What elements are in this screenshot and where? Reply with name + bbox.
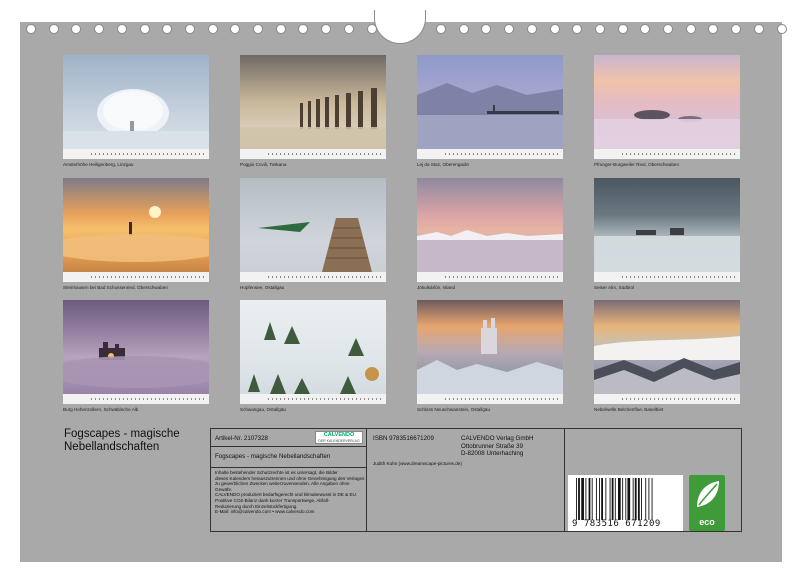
thumb-caption: Seiser Alm, Südtirol <box>594 285 635 290</box>
binding-hole <box>504 24 515 34</box>
thumb-caption: Schwangau, Ostallgäu <box>240 407 286 412</box>
binding-holes <box>0 24 800 36</box>
binding-hole <box>753 24 764 34</box>
binding-hole <box>184 24 195 34</box>
thumb-caption: Steinhausen bei Bad Schussenried, Obersc… <box>63 285 168 290</box>
subtitle: Fogscapes - magische Nebellandschaften <box>215 453 331 460</box>
thumb-caption: Burg Hohenzollern, Schwäbische Alb <box>63 407 139 412</box>
month-thumb-5[interactable]: Steinhausen bei Bad Schussenried, Obersc… <box>63 178 209 290</box>
thumb-photo <box>63 178 209 282</box>
info-column-middle: ISBN 9783516671209 CALVENDO Verlag GmbH … <box>367 429 565 531</box>
binding-hole <box>321 24 332 34</box>
thumb-caption: Amsterhöhe Heiligenberg, Linzgau <box>63 162 134 167</box>
binding-hole <box>481 24 492 34</box>
binding-hole <box>275 24 286 34</box>
month-thumb-1[interactable]: Amsterhöhe Heiligenberg, Linzgau <box>63 55 209 167</box>
binding-hole <box>207 24 218 34</box>
article-number: Artikel-Nr. 2107328 <box>215 435 268 442</box>
month-thumb-11[interactable]: Schloss Neuschwanstein, Ostallgäu <box>417 300 563 412</box>
binding-hole <box>230 24 241 34</box>
binding-hole <box>640 24 651 34</box>
legal-text: Inhalte bestehender Schutzrechte ist es … <box>215 470 365 515</box>
month-thumb-6[interactable]: Hopfensee, Ostallgäu <box>240 178 386 290</box>
binding-hole <box>776 24 787 34</box>
month-thumb-10[interactable]: Schwangau, Ostallgäu <box>240 300 386 412</box>
binding-hole <box>116 24 127 34</box>
thumb-photo <box>63 300 209 404</box>
thumb-caption: Hopfensee, Ostallgäu <box>240 285 285 290</box>
binding-hole <box>436 24 446 34</box>
thumb-caption: Lej da Staz, Oberengadin <box>417 162 470 167</box>
thumb-photo <box>417 178 563 282</box>
thumb-photo <box>240 300 386 404</box>
binding-hole <box>594 24 605 34</box>
month-thumb-9[interactable]: Burg Hohenzollern, Schwäbische Alb <box>63 300 209 412</box>
author-credit: Judith Kuhn (www.dreamscape-pictures.de) <box>373 461 462 466</box>
thumb-caption: Nebelwelle Belchenflue, Baselbiet <box>594 407 664 412</box>
month-thumb-7[interactable]: Jökulsárlón, Island <box>417 178 563 290</box>
binding-hole <box>162 24 173 34</box>
isbn: ISBN 9783516671209 <box>373 435 434 442</box>
eco-badge: eco <box>689 475 725 531</box>
thumb-photo <box>417 55 563 159</box>
binding-hole <box>298 24 309 34</box>
thumb-photo <box>594 300 740 404</box>
thumb-caption: Poggio Covili, Toskana <box>240 162 287 167</box>
binding-hole <box>139 24 150 34</box>
binding-hole <box>526 24 537 34</box>
info-column-left: Artikel-Nr. 2107328 CALVENDO DER KALENDE… <box>211 429 367 531</box>
isbn-barcode: 9 783516 671209 <box>568 475 683 531</box>
thumb-photo <box>240 178 386 282</box>
binding-hole <box>549 24 560 34</box>
binding-hole <box>253 24 263 34</box>
thumb-photo <box>63 55 209 159</box>
month-thumb-3[interactable]: Lej da Staz, Oberengadin <box>417 55 563 167</box>
month-thumb-12[interactable]: Nebelwelle Belchenflue, Baselbiet <box>594 300 740 412</box>
binding-hole <box>71 24 82 34</box>
calendar-title: Fogscapes - magische Nebellandschaften <box>64 428 180 453</box>
thumb-photo <box>594 178 740 282</box>
binding-hole <box>731 24 742 34</box>
thumb-caption: Pfrunger-Burgweiler Ried, Oberschwaben <box>594 162 680 167</box>
thumb-caption: Schloss Neuschwanstein, Ostallgäu <box>417 407 491 412</box>
binding-hole <box>685 24 696 34</box>
binding-hole <box>94 24 105 34</box>
publisher-address: CALVENDO Verlag GmbH Ottobrunner Straße … <box>461 435 534 457</box>
binding-hole <box>663 24 673 34</box>
month-thumb-8[interactable]: Seiser Alm, Südtirol <box>594 178 740 290</box>
thumb-photo <box>417 300 563 404</box>
month-thumb-4[interactable]: Pfrunger-Burgweiler Ried, Oberschwaben <box>594 55 740 167</box>
binding-hole <box>708 24 719 34</box>
thumb-photo <box>240 55 386 159</box>
binding-hole <box>458 24 469 34</box>
binding-hole <box>617 24 628 34</box>
barcode-number: 9 783516 671209 <box>572 519 661 529</box>
binding-hole <box>26 24 36 34</box>
leaf-icon <box>697 481 719 507</box>
binding-hole <box>366 24 377 34</box>
binding-hole <box>48 24 59 34</box>
thumb-caption: Jökulsárlón, Island <box>417 285 456 290</box>
calvendo-logo: CALVENDO DER KALENDERVERLAG <box>315 431 363 444</box>
binding-hole <box>572 24 583 34</box>
month-thumb-2[interactable]: Poggio Covili, Toskana <box>240 55 386 167</box>
thumb-photo <box>594 55 740 159</box>
binding-hole <box>343 24 354 34</box>
